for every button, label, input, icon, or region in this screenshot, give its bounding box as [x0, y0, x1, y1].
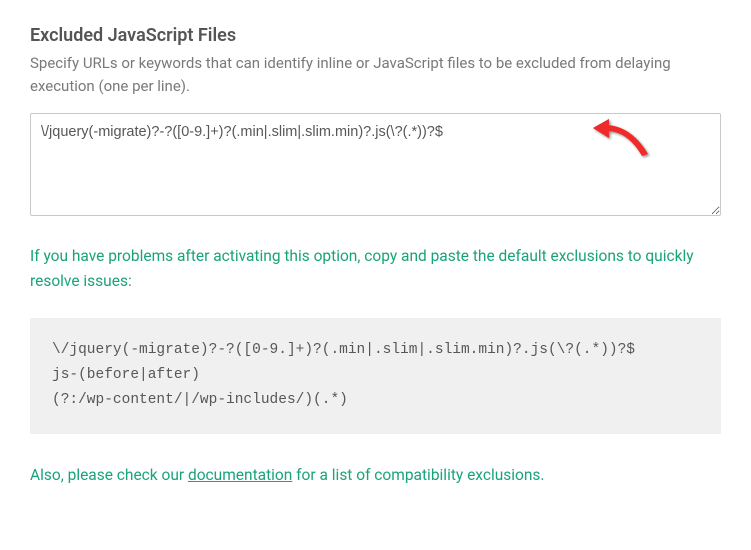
- footer-suffix: for a list of compatibility exclusions.: [292, 466, 544, 484]
- footer-hint: Also, please check our documentation for…: [30, 466, 721, 484]
- default-exclusions-code: \/jquery(-migrate)?-?([0-9.]+)?(.min|.sl…: [30, 318, 721, 434]
- resolve-hint: If you have problems after activating th…: [30, 244, 721, 294]
- section-title: Excluded JavaScript Files: [30, 25, 721, 46]
- textarea-container: \/jquery(-migrate)?-?([0-9.]+)?(.min|.sl…: [30, 113, 721, 220]
- documentation-link[interactable]: documentation: [188, 466, 292, 484]
- section-description: Specify URLs or keywords that can identi…: [30, 52, 721, 97]
- footer-prefix: Also, please check our: [30, 466, 188, 484]
- excluded-js-textarea[interactable]: \/jquery(-migrate)?-?([0-9.]+)?(.min|.sl…: [30, 113, 721, 216]
